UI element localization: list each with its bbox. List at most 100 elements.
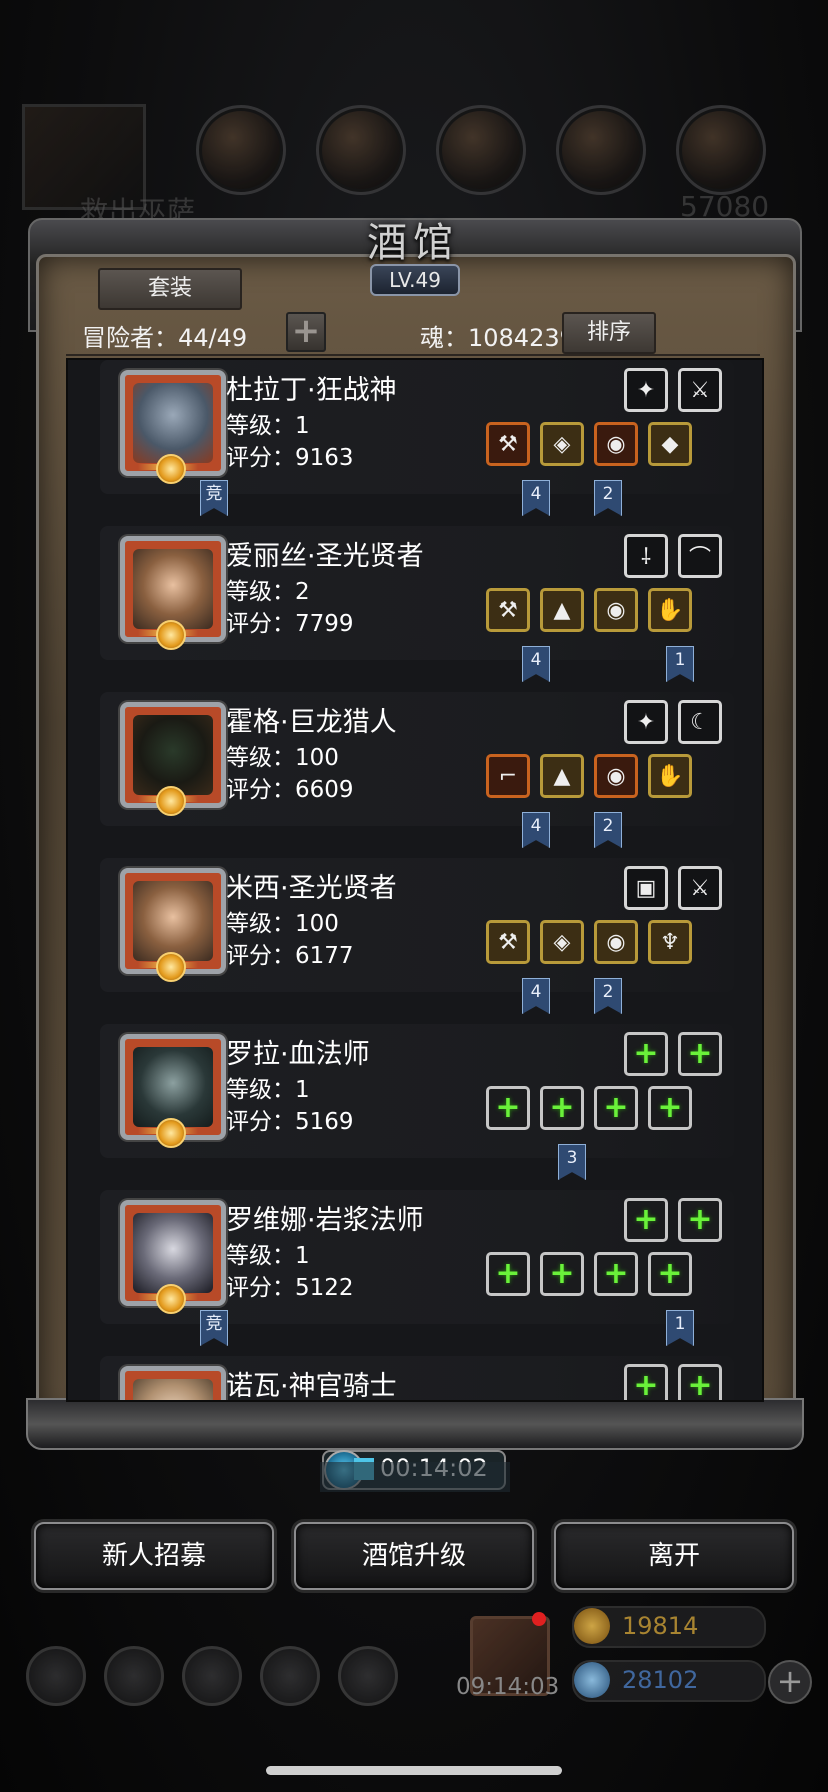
hero-name: 罗拉·血法师	[226, 1039, 370, 1070]
glove-equipment-icon[interactable]: ✋	[648, 754, 692, 798]
hero-card[interactable]: 罗维娜·岩浆法师 等级：1 评分：5122 + + + + + +	[100, 1190, 734, 1324]
rank-emblem-icon	[138, 620, 198, 650]
rank-emblem-icon	[138, 454, 198, 484]
hero-face	[133, 881, 213, 961]
skills-icon[interactable]	[104, 1646, 164, 1706]
hero-score: 评分：6177	[226, 943, 354, 969]
background-resource-slot	[196, 105, 286, 195]
horn-slot-icon[interactable]: ☾	[678, 700, 722, 744]
gem-resource: 28102	[572, 1660, 766, 1702]
background-resource-slot	[676, 105, 766, 195]
amulet-slot-icon[interactable]: ✦	[624, 700, 668, 744]
pistol-equipment-icon[interactable]: ⌐	[486, 754, 530, 798]
add-resource-button[interactable]: +	[768, 1660, 812, 1704]
hammer-equipment-icon[interactable]: ⚒	[486, 588, 530, 632]
soul-count: 魂：1084239	[420, 324, 575, 352]
set-count-tag: 4	[522, 480, 550, 516]
shield-equipment-icon[interactable]: ◉	[594, 588, 638, 632]
empty-slot-plus-icon[interactable]: +	[678, 1198, 722, 1242]
weapon-slot-icon[interactable]: ⚔	[678, 368, 722, 412]
hero-card[interactable]: 诺瓦·神官骑士 + +	[100, 1356, 734, 1402]
hero-name: 霍格·巨龙猎人	[226, 707, 397, 738]
hero-portrait[interactable]	[120, 1366, 226, 1400]
empty-slot-plus-icon[interactable]: +	[624, 1198, 668, 1242]
staff-slot-icon[interactable]: ⸸	[624, 534, 668, 578]
panel-title: 酒馆	[367, 220, 459, 266]
gold-resource: 19814	[572, 1606, 766, 1648]
hero-face	[133, 1213, 213, 1293]
hero-score: 评分：5122	[226, 1275, 354, 1301]
set-count-tag: 3	[558, 1144, 586, 1180]
adventurer-count: 冒险者：44/49	[82, 324, 248, 352]
hammer-equipment-icon[interactable]: ⚒	[486, 920, 530, 964]
hero-card[interactable]: 杜拉丁·狂战神 等级：1 评分：9163 ✦ ⚔ ⚒ ◈ ◉ ◆	[100, 360, 734, 494]
hero-face	[133, 383, 213, 463]
hero-name: 诺瓦·神官骑士	[226, 1371, 397, 1402]
shield-equipment-icon[interactable]: ◉	[594, 422, 638, 466]
rank-emblem-icon	[138, 1118, 198, 1148]
hero-score: 评分：9163	[226, 445, 354, 471]
hero-face	[133, 1047, 213, 1127]
rank-emblem-icon	[138, 1284, 198, 1314]
empty-slot-plus-icon[interactable]: +	[648, 1086, 692, 1130]
rank-emblem-icon	[138, 952, 198, 982]
mail-icon[interactable]	[260, 1646, 320, 1706]
hero-face	[133, 715, 213, 795]
hero-level: 等级：1	[226, 413, 310, 439]
hero-card[interactable]: 米西·圣光贤者 等级：100 评分：6177 ▣ ⚔ ⚒ ◈ ◉ ♆	[100, 858, 734, 992]
amulet-slot-icon[interactable]: ✦	[624, 368, 668, 412]
tavern-level-badge: LV.49	[370, 264, 460, 296]
armor-equipment-icon[interactable]: ◈	[540, 920, 584, 964]
set-count-tag: 1	[666, 646, 694, 682]
robe-equipment-icon[interactable]: ▲	[540, 588, 584, 632]
background-resource-slot	[436, 105, 526, 195]
weapon-slot-icon[interactable]: ⚔	[678, 866, 722, 910]
empty-slot-plus-icon[interactable]: +	[594, 1252, 638, 1296]
hero-card[interactable]: 爱丽丝·圣光贤者 等级：2 评分：7799 ⸸ ⌒ ⚒ ▲ ◉ ✋	[100, 526, 734, 660]
empty-slot-plus-icon[interactable]: +	[594, 1086, 638, 1130]
armor-equipment-icon[interactable]: ◈	[540, 422, 584, 466]
set-count-tag: 2	[594, 480, 622, 516]
shield-equipment-icon[interactable]: ◉	[594, 920, 638, 964]
set-count-tag: 1	[666, 1310, 694, 1346]
home-indicator[interactable]	[266, 1766, 562, 1775]
empty-slot-plus-icon[interactable]: +	[540, 1252, 584, 1296]
set-count-tag: 4	[522, 978, 550, 1014]
hero-card[interactable]: 霍格·巨龙猎人 等级：100 评分：6609 ✦ ☾ ⌐ ▲ ◉ ✋	[100, 692, 734, 826]
gem-value: 28102	[622, 1666, 699, 1694]
hero-list[interactable]: 杜拉丁·狂战神 等级：1 评分：9163 ✦ ⚔ ⚒ ◈ ◉ ◆ 竞 4 2 爱…	[66, 358, 764, 1402]
chest-timer: 09:14:03	[456, 1674, 560, 1700]
notification-dot	[532, 1612, 546, 1626]
guild-icon[interactable]	[338, 1646, 398, 1706]
hero-score: 评分：6609	[226, 777, 354, 803]
axe-equipment-icon[interactable]: ⚒	[486, 422, 530, 466]
shield-equipment-icon[interactable]: ◉	[594, 754, 638, 798]
empty-slot-plus-icon[interactable]: +	[486, 1252, 530, 1296]
hero-card[interactable]: 罗拉·血法师 等级：1 评分：5169 + + + + + +	[100, 1024, 734, 1158]
necklace-equipment-icon[interactable]: ♆	[648, 920, 692, 964]
empty-slot-plus-icon[interactable]: +	[648, 1252, 692, 1296]
gold-value: 19814	[622, 1612, 699, 1640]
empty-slot-plus-icon[interactable]: +	[624, 1364, 668, 1400]
panel-frame-bottom	[26, 1398, 804, 1450]
bow-slot-icon[interactable]: ⌒	[678, 534, 722, 578]
sort-button[interactable]: 排序	[562, 312, 656, 354]
recruit-button[interactable]: 新人招募	[34, 1522, 274, 1590]
empty-slot-plus-icon[interactable]: +	[678, 1364, 722, 1400]
robe-equipment-icon[interactable]: ▲	[540, 754, 584, 798]
hero-level: 等级：100	[226, 745, 339, 771]
bracer-slot-icon[interactable]: ▣	[624, 866, 668, 910]
empty-slot-plus-icon[interactable]: +	[540, 1086, 584, 1130]
leave-button[interactable]: 离开	[554, 1522, 794, 1590]
settings-icon[interactable]	[26, 1646, 86, 1706]
glove-equipment-icon[interactable]: ✋	[648, 588, 692, 632]
upgrade-tavern-button[interactable]: 酒馆升级	[294, 1522, 534, 1590]
empty-slot-plus-icon[interactable]: +	[486, 1086, 530, 1130]
empty-slot-plus-icon[interactable]: +	[624, 1032, 668, 1076]
gem-equipment-icon[interactable]: ◆	[648, 422, 692, 466]
suit-button[interactable]: 套装	[98, 268, 242, 310]
set-count-tag: 4	[522, 646, 550, 682]
codex-icon[interactable]	[182, 1646, 242, 1706]
add-adventurer-slot-button[interactable]: +	[286, 312, 326, 352]
empty-slot-plus-icon[interactable]: +	[678, 1032, 722, 1076]
